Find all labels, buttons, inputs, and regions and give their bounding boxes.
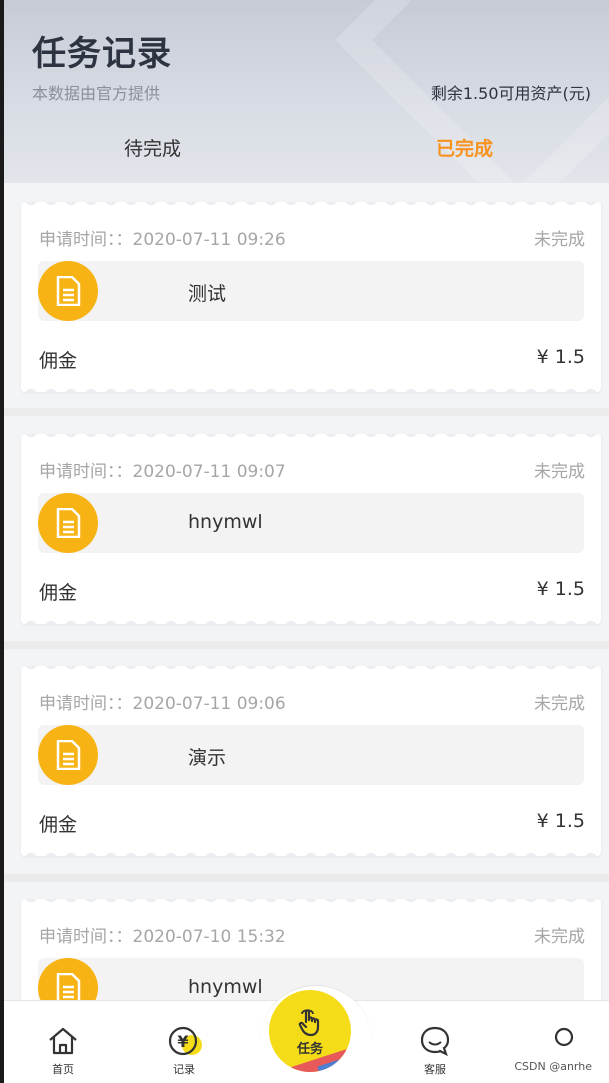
- card-separator: [4, 408, 609, 416]
- document-icon: [38, 725, 98, 785]
- record-card[interactable]: 申请时间：：2020-07-11 09:07 未完成 hnymwl 佣金 ¥ 1…: [21, 434, 601, 624]
- commission-value: ¥ 1.5: [536, 810, 585, 832]
- apply-time: 申请时间：：2020-07-10 15:32: [39, 927, 286, 947]
- commission-label: 佣金: [39, 350, 78, 372]
- commission-label: 佣金: [39, 814, 78, 836]
- page-subtitle: 本数据由官方提供: [32, 84, 161, 103]
- document-icon: [38, 493, 98, 553]
- home-icon: [49, 1027, 77, 1055]
- chat-bubble-icon: [420, 1026, 450, 1057]
- record-card[interactable]: 申请时间：：2020-07-11 09:26 未完成 测试 佣金 ¥ 1.5: [21, 202, 601, 392]
- tab-completed[interactable]: 已完成: [436, 134, 493, 161]
- card-separator: [4, 874, 609, 882]
- balance-text: 剩余1.50可用资产(元): [430, 84, 591, 103]
- status-badge: 未完成: [534, 694, 585, 714]
- task-button-label: 任务: [296, 1041, 323, 1057]
- nav-home[interactable]: 首页: [33, 1025, 93, 1077]
- task-name: 测试: [188, 283, 227, 305]
- watermark: CSDN @anrhe: [511, 1060, 595, 1073]
- document-icon: [38, 261, 98, 321]
- user-icon: [554, 1027, 574, 1047]
- nav-service-label: 客服: [424, 1063, 446, 1076]
- record-card[interactable]: 申请时间：：2020-07-11 09:06 未完成 演示 佣金 ¥ 1.5: [21, 666, 601, 856]
- yuan-record-icon: ¥: [168, 1026, 202, 1056]
- apply-time: 申请时间：：2020-07-11 09:07: [39, 462, 286, 482]
- commission-value: ¥ 1.5: [536, 346, 585, 368]
- commission-value: ¥ 1.5: [536, 578, 585, 600]
- nav-service[interactable]: 客服: [405, 1025, 465, 1077]
- tap-hand-icon: [298, 1008, 320, 1036]
- status-badge: 未完成: [534, 927, 585, 947]
- svg-text:¥: ¥: [177, 1032, 188, 1051]
- status-badge: 未完成: [534, 462, 585, 482]
- apply-time: 申请时间：：2020-07-11 09:26: [39, 230, 286, 250]
- task-name: hnymwl: [188, 511, 263, 533]
- apply-time: 申请时间：：2020-07-11 09:06: [39, 694, 286, 714]
- page-title: 任务记录: [32, 34, 172, 74]
- nav-record-label: 记录: [173, 1063, 195, 1076]
- card-separator: [4, 641, 609, 649]
- status-badge: 未完成: [534, 230, 585, 250]
- task-row[interactable]: 测试: [38, 261, 584, 321]
- nav-record[interactable]: ¥ 记录: [154, 1025, 214, 1077]
- tab-pending[interactable]: 待完成: [124, 134, 181, 161]
- task-row[interactable]: 演示: [38, 725, 584, 785]
- page-header: 任务记录 本数据由官方提供 剩余1.50可用资产(元) 待完成 已完成: [4, 0, 609, 183]
- task-row[interactable]: hnymwl: [38, 493, 584, 553]
- task-name: hnymwl: [188, 976, 263, 998]
- task-center-button[interactable]: 任务: [269, 990, 351, 1072]
- nav-home-label: 首页: [52, 1063, 74, 1076]
- nav-profile[interactable]: [534, 1025, 594, 1061]
- task-name: 演示: [188, 747, 227, 769]
- commission-label: 佣金: [39, 582, 78, 604]
